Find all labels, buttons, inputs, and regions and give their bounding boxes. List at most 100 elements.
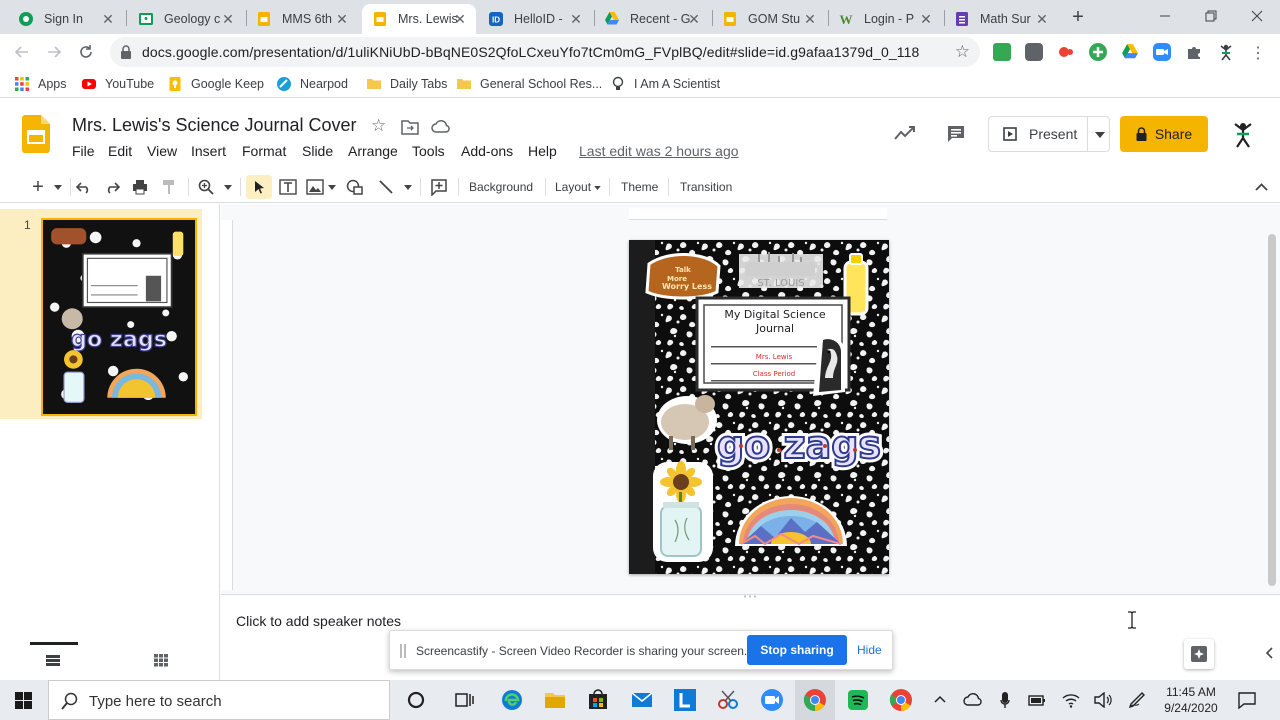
edge-browser-icon[interactable] (500, 688, 524, 712)
browser-tab[interactable]: Geology c ✕ (128, 4, 244, 34)
close-tab-icon[interactable]: ✕ (568, 11, 584, 27)
share-button[interactable]: Share (1120, 116, 1208, 152)
slide-journal-cover[interactable]: Talk More Worry Less ST. LOUIS My Digita… (629, 240, 889, 574)
side-panel-chevron-left-icon[interactable] (1265, 647, 1273, 659)
chrome-menu-icon[interactable]: ⋮ (1250, 43, 1266, 62)
add-comment-icon[interactable] (430, 178, 448, 196)
explore-button[interactable] (1184, 639, 1214, 669)
bookmark-general-school-resources[interactable]: General School Res... (456, 76, 602, 92)
taskbar-search-box[interactable]: Type here to search (48, 680, 390, 720)
close-tab-icon[interactable]: ✕ (452, 11, 468, 27)
address-bar[interactable]: docs.google.com/presentation/d/1uliKNiUb… (110, 37, 980, 67)
onedrive-cloud-icon[interactable] (963, 692, 983, 706)
activity-dashboard-icon[interactable] (894, 125, 916, 141)
filmstrip-view-icon[interactable] (46, 655, 60, 666)
browser-tab[interactable]: Sign In ✕ (8, 4, 124, 34)
back-button[interactable] (8, 39, 36, 65)
browser-tab[interactable]: Recent - G ✕ (594, 4, 710, 34)
redo-icon[interactable] (104, 180, 120, 194)
cortana-icon[interactable] (404, 688, 428, 712)
cloud-saved-icon[interactable] (431, 119, 451, 133)
new-tab-button[interactable]: + (1066, 6, 1090, 28)
slide-canvas-area[interactable]: Talk More Worry Less ST. LOUIS My Digita… (221, 204, 1280, 594)
canvas-scrollbar[interactable] (1268, 234, 1276, 586)
bookmark-daily-tabs[interactable]: Daily Tabs (366, 76, 447, 92)
new-slide-button[interactable]: + (28, 176, 48, 198)
stop-sharing-button[interactable]: Stop sharing (747, 635, 847, 665)
speaker-notes-placeholder[interactable]: Click to add speaker notes (236, 613, 401, 629)
puzzle-extensions-icon[interactable] (1185, 43, 1203, 61)
microphone-icon[interactable] (1000, 691, 1010, 709)
chrome-secondary-icon[interactable] (889, 688, 913, 712)
profile-avatar-icon[interactable] (1217, 43, 1235, 61)
add-extension-icon[interactable] (1089, 43, 1107, 61)
screencastify-extension-icon[interactable] (993, 43, 1011, 61)
browser-tab[interactable]: MMS 6th ✕ (246, 4, 358, 34)
close-tab-icon[interactable]: ✕ (100, 11, 116, 27)
microsoft-store-icon[interactable] (586, 688, 610, 712)
background-button[interactable]: Background (469, 180, 533, 194)
menu-slide[interactable]: Slide (302, 143, 333, 159)
wifi-icon[interactable] (1062, 692, 1080, 708)
image-icon[interactable] (306, 179, 324, 195)
print-icon[interactable] (132, 179, 148, 195)
close-tab-icon[interactable]: ✕ (334, 11, 350, 27)
layout-button[interactable]: Layout (555, 180, 591, 194)
close-tab-icon[interactable]: ✕ (802, 11, 818, 27)
zoom-extension-icon[interactable] (1153, 43, 1171, 61)
windows-start-icon[interactable] (15, 692, 32, 709)
collapse-chevron-up-icon[interactable] (1255, 183, 1268, 191)
browser-tab[interactable]: ID HelloID - ✕ (478, 4, 592, 34)
browser-tab[interactable]: GOM Stu ✕ (712, 4, 826, 34)
chevron-down-icon[interactable] (328, 185, 336, 190)
chevron-down-icon[interactable] (224, 185, 232, 190)
star-icon[interactable]: ☆ (371, 116, 386, 136)
mail-icon[interactable] (630, 688, 654, 712)
move-folder-icon[interactable] (401, 119, 419, 135)
chevron-down-icon[interactable] (594, 186, 601, 190)
dark-extension-icon[interactable] (1025, 43, 1043, 61)
shape-icon[interactable] (346, 179, 364, 195)
close-tab-icon[interactable]: ✕ (220, 11, 236, 27)
last-edit-link[interactable]: Last edit was 2 hours ago (579, 143, 739, 159)
menu-edit[interactable]: Edit (108, 143, 132, 159)
zoom-meetings-icon[interactable] (760, 688, 784, 712)
bookmark-apps[interactable]: Apps (14, 76, 67, 92)
browser-tab[interactable]: Math Sur ✕ (944, 4, 1058, 34)
bookmark-youtube[interactable]: YouTube (81, 76, 154, 92)
restore-window-button[interactable] (1188, 0, 1234, 32)
menu-file[interactable]: File (72, 143, 95, 159)
chevron-down-icon[interactable] (404, 185, 412, 190)
chevron-down-icon[interactable] (54, 185, 62, 190)
menu-add-ons[interactable]: Add-ons (461, 143, 513, 159)
present-button[interactable]: Present (988, 116, 1110, 152)
slide-thumbnail[interactable]: go zags (41, 218, 197, 416)
close-tab-icon[interactable]: ✕ (1034, 11, 1050, 27)
spotify-icon[interactable] (846, 688, 870, 712)
menu-view[interactable]: View (147, 143, 177, 159)
theme-button[interactable]: Theme (621, 180, 658, 194)
browser-tab[interactable]: W Login - P ✕ (828, 4, 942, 34)
menu-help[interactable]: Help (528, 143, 557, 159)
forward-button[interactable] (40, 39, 68, 65)
reload-button[interactable] (72, 39, 100, 65)
close-tab-icon[interactable]: ✕ (686, 11, 702, 27)
notifications-icon[interactable] (1238, 691, 1256, 709)
grid-view-icon[interactable] (154, 654, 168, 667)
menu-arrange[interactable]: Arrange (348, 143, 398, 159)
bookmark-star-icon[interactable]: ☆ (955, 42, 970, 62)
google-slides-logo-icon[interactable] (22, 115, 50, 153)
chevron-down-icon[interactable] (1095, 132, 1105, 138)
close-tab-icon[interactable]: ✕ (918, 11, 934, 27)
close-window-button[interactable] (1234, 0, 1280, 32)
document-title[interactable]: Mrs. Lewis's Science Journal Cover (72, 115, 357, 136)
account-avatar-icon[interactable] (1230, 121, 1256, 149)
drive-extension-icon[interactable] (1121, 43, 1139, 61)
volume-icon[interactable] (1094, 692, 1112, 708)
minimize-window-button[interactable] (1142, 0, 1188, 32)
battery-charging-icon[interactable] (1028, 693, 1046, 707)
drag-handle-icon[interactable] (400, 644, 406, 658)
undo-icon[interactable] (76, 180, 92, 194)
notes-resize-handle[interactable]: • • • (737, 593, 763, 601)
tray-chevron-up-icon[interactable] (934, 695, 946, 703)
